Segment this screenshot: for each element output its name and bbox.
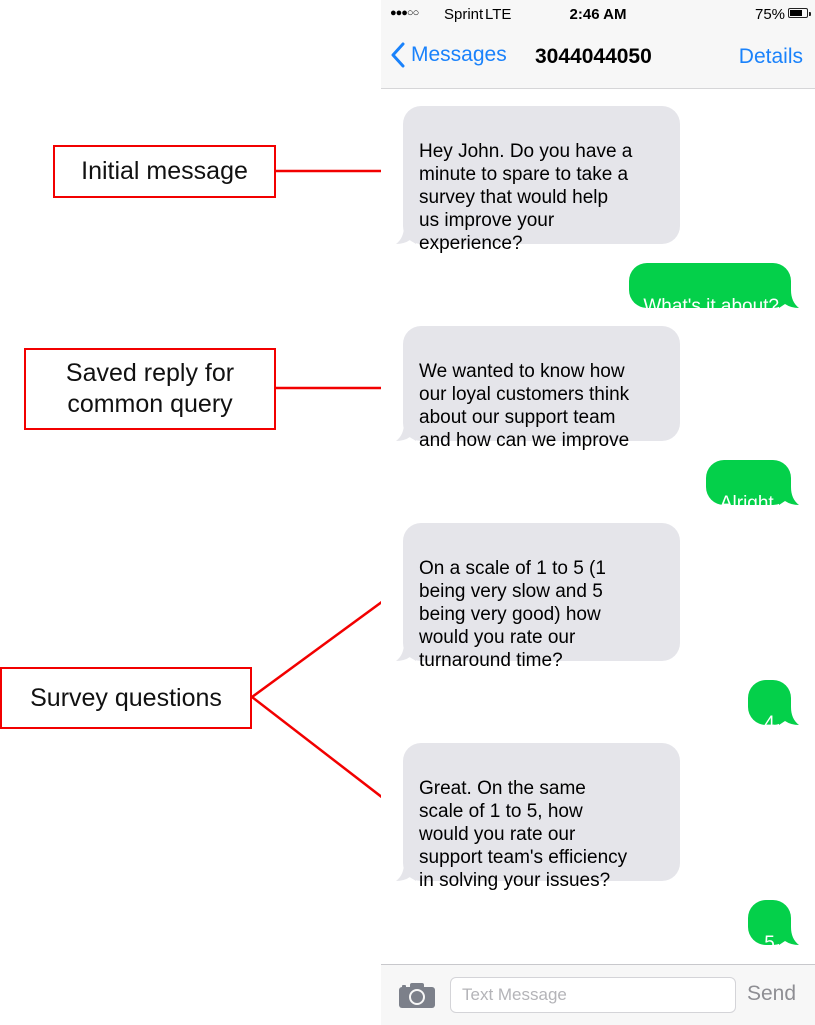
details-button[interactable]: Details [739, 45, 803, 69]
message-bubble-outgoing: 5 [748, 900, 799, 954]
camera-icon[interactable] [399, 982, 435, 1008]
battery-icon [788, 8, 811, 18]
messages-screen: ●●●○○ Sprint LTE 2:46 AM 75% Messages 30… [381, 0, 815, 1025]
annotation-label: Initial message [81, 157, 248, 185]
message-text: Great. On the same scale of 1 to 5, how … [419, 778, 628, 891]
message-text: 4 [764, 713, 775, 734]
message-bubble-incoming: Great. On the same scale of 1 to 5, how … [396, 743, 680, 891]
compose-bar: Send [381, 964, 815, 1025]
bubble-tail [779, 487, 799, 505]
annotation-label: Saved reply for common query [65, 359, 235, 418]
message-bubble-outgoing: What's it about? [629, 263, 799, 317]
battery-level-fill [790, 10, 802, 16]
clock: 2:46 AM [569, 6, 627, 23]
message-text: 5 [764, 933, 775, 954]
message-text: What's it about? [643, 296, 779, 317]
back-to-messages-button[interactable]: Messages [391, 42, 507, 68]
navigation-bar: Messages 3044044050 Details [381, 36, 815, 80]
bubble-tail [779, 927, 799, 945]
back-button-label: Messages [411, 43, 507, 66]
message-bubble-outgoing: Alright. [705, 460, 799, 514]
status-bar: ●●●○○ Sprint LTE 2:46 AM 75% [381, 0, 815, 30]
contact-title: 3044044050 [535, 45, 652, 68]
send-button[interactable]: Send [747, 982, 796, 1006]
bubble-tail [396, 226, 416, 244]
annotation-initial-message: Initial message [53, 145, 276, 198]
bubble-tail [396, 643, 416, 661]
text-message-input[interactable] [450, 977, 736, 1013]
bubble-tail [396, 423, 416, 441]
annotation-label: Survey questions [30, 683, 222, 712]
chevron-left-icon [391, 42, 405, 68]
message-bubble-outgoing: 4 [748, 680, 799, 734]
message-bubble-incoming: We wanted to know how our loyal customer… [396, 326, 680, 451]
message-text: Hey John. Do you have a minute to spare … [419, 141, 633, 254]
message-text: We wanted to know how our loyal customer… [419, 361, 630, 451]
annotation-survey-questions: Survey questions [0, 667, 252, 729]
battery-percentage: 75% [755, 6, 786, 23]
message-bubble-incoming: Hey John. Do you have a minute to spare … [396, 106, 680, 254]
message-bubble-incoming: On a scale of 1 to 5 (1 being very slow … [396, 523, 680, 671]
battery-tip [809, 12, 811, 16]
bubble-tail [396, 863, 416, 881]
header: ●●●○○ Sprint LTE 2:46 AM 75% Messages 30… [381, 0, 815, 89]
message-text: Alright. [719, 493, 779, 514]
annotation-saved-reply: Saved reply for common query [24, 348, 276, 430]
message-text: On a scale of 1 to 5 (1 being very slow … [419, 558, 606, 671]
bubble-tail [779, 290, 799, 308]
bubble-tail [779, 707, 799, 725]
